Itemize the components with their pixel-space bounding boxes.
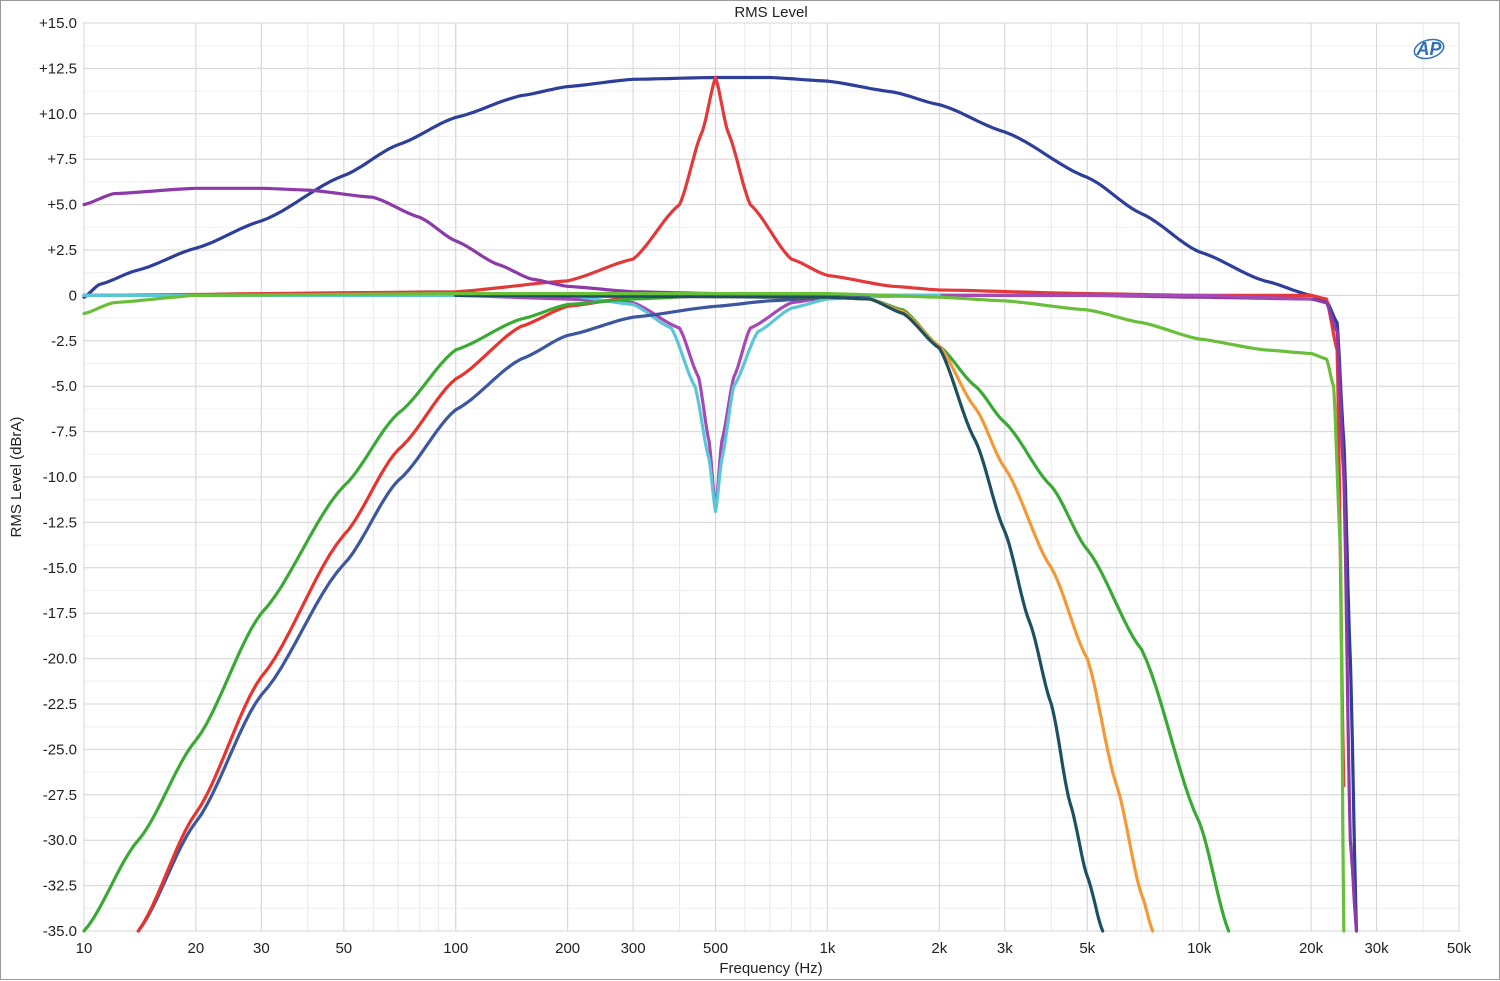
y-tick-label: -22.5 xyxy=(43,696,77,713)
x-tick-label: 50 xyxy=(335,940,352,957)
y-tick-label: -25.0 xyxy=(43,741,77,758)
x-tick-label: 500 xyxy=(703,940,728,957)
x-tick-label: 5k xyxy=(1079,940,1095,957)
y-tick-label: -7.5 xyxy=(51,424,77,441)
y-tick-label: -5.0 xyxy=(51,378,77,395)
y-tick-label: -30.0 xyxy=(43,832,77,849)
y-tick-label: +15.0 xyxy=(39,15,77,32)
y-tick-label: +12.5 xyxy=(39,60,77,77)
chart-title: RMS Level xyxy=(734,4,807,21)
x-tick-label: 200 xyxy=(555,940,580,957)
x-tick-label: 50k xyxy=(1447,940,1472,957)
y-tick-labels: +15.0 +12.5 +10.0 +7.5 +5.0 +2.5 0 -2.5 -5.0 -7.5… xyxy=(39,15,77,940)
y-tick-label: 0 xyxy=(69,287,77,304)
major-grid xyxy=(83,22,1460,932)
x-tick-label: 100 xyxy=(443,940,468,957)
y-tick-label: -32.5 xyxy=(43,878,77,895)
rms-level-chart: 10 20 30 50 100 200 300 500 1k 2k 3k 5k 10k 20k 30k 50k… xyxy=(8,4,1472,977)
x-tick-label: 1k xyxy=(820,940,836,957)
y-tick-label: +2.5 xyxy=(47,242,77,259)
y-tick-label: +7.5 xyxy=(47,151,77,168)
x-tick-label: 30 xyxy=(253,940,270,957)
x-tick-label: 10 xyxy=(76,940,93,957)
x-tick-label: 300 xyxy=(621,940,646,957)
y-tick-label: -20.0 xyxy=(43,651,77,668)
ap-logo-text: AP xyxy=(1415,39,1442,59)
ap-logo: AP xyxy=(1413,38,1445,60)
y-tick-label: -27.5 xyxy=(43,787,77,804)
y-tick-label: +10.0 xyxy=(39,106,77,123)
y-tick-label: +5.0 xyxy=(47,197,77,214)
x-tick-label: 30k xyxy=(1364,940,1389,957)
y-tick-label: -12.5 xyxy=(43,514,77,531)
x-axis-title: Frequency (Hz) xyxy=(719,960,822,977)
chart-frame: 10 20 30 50 100 200 300 500 1k 2k 3k 5k 10k 20k 30k 50k… xyxy=(0,0,1500,980)
x-tick-labels: 10 20 30 50 100 200 300 500 1k 2k 3k 5k 10k 20k 30k 50k xyxy=(76,940,1472,957)
x-tick-label: 10k xyxy=(1187,940,1212,957)
y-tick-label: -2.5 xyxy=(51,333,77,350)
x-tick-label: 2k xyxy=(931,940,947,957)
y-axis-title: RMS Level (dBrA) xyxy=(8,417,25,538)
y-tick-label: -17.5 xyxy=(43,605,77,622)
y-tick-label: -15.0 xyxy=(43,560,77,577)
x-tick-label: 20k xyxy=(1299,940,1324,957)
x-tick-label: 20 xyxy=(188,940,205,957)
x-tick-label: 3k xyxy=(997,940,1013,957)
y-tick-label: -10.0 xyxy=(43,469,77,486)
y-tick-label: -35.0 xyxy=(43,923,77,940)
